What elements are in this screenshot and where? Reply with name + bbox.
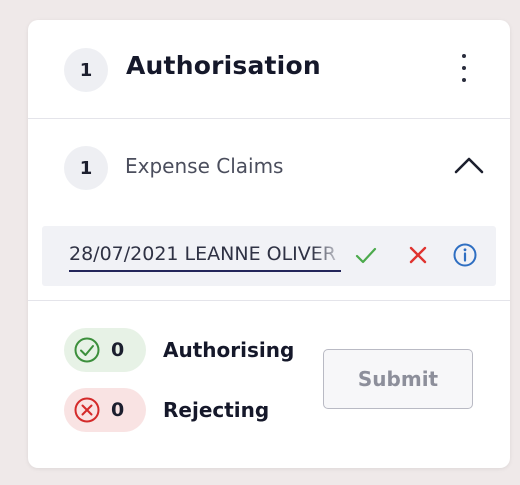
chevron-up-icon[interactable] <box>453 153 485 177</box>
claim-link[interactable]: 28/07/2021 LEANNE OLIVER <box>69 243 345 265</box>
divider <box>28 300 510 301</box>
expense-claims-section-header[interactable]: 1 Expense Claims <box>28 119 510 217</box>
card-title: Authorisation <box>126 51 321 80</box>
rejecting-label: Rejecting <box>163 398 270 422</box>
check-icon[interactable] <box>352 241 380 269</box>
more-vertical-icon[interactable] <box>454 54 474 82</box>
section-title: Expense Claims <box>125 154 284 178</box>
authorisation-count-badge: 1 <box>64 48 108 92</box>
close-icon[interactable] <box>404 241 432 269</box>
check-circle-icon <box>74 337 100 363</box>
claim-underline <box>69 270 341 272</box>
expense-claims-count-badge: 1 <box>64 146 108 190</box>
authorising-label: Authorising <box>163 338 295 362</box>
x-circle-icon <box>74 397 100 423</box>
claim-row: 28/07/2021 LEANNE OLIVER <box>42 226 496 286</box>
authorising-count-pill: 0 <box>64 328 146 372</box>
authorising-count: 0 <box>111 339 125 361</box>
rejecting-count: 0 <box>111 399 125 421</box>
card-header: 1 Authorisation <box>28 20 510 119</box>
authorisation-card: 1 Authorisation 1 Expense Claims 28/07/2… <box>28 20 510 468</box>
rejecting-count-pill: 0 <box>64 388 146 432</box>
info-icon[interactable] <box>451 241 479 269</box>
submit-button[interactable]: Submit <box>323 349 473 409</box>
